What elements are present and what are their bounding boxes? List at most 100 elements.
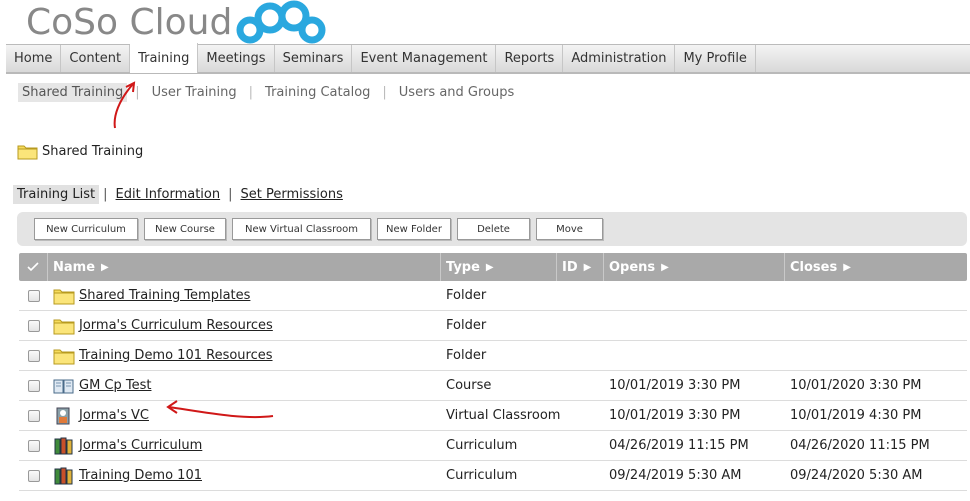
delete-button[interactable]: Delete (457, 218, 530, 240)
row-checkbox[interactable] (27, 319, 40, 332)
nav-home[interactable]: Home (6, 45, 62, 72)
folder-icon (53, 349, 75, 364)
new-folder-button[interactable]: New Folder (377, 218, 451, 240)
closes-cell (785, 311, 967, 340)
name-cell: Jorma's Curriculum Resources (48, 311, 441, 340)
closes-cell: 10/01/2020 3:30 PM (790, 378, 922, 393)
new-course-button[interactable]: New Course (144, 218, 226, 240)
tab-set-permissions[interactable]: Set Permissions (237, 185, 347, 204)
column-header-id[interactable]: ID ▶ (557, 253, 604, 281)
name-cell: Jorma's Curriculum (48, 431, 441, 460)
table-row: Jorma's Curriculum Curriculum 04/26/2019 1… (19, 431, 967, 461)
move-button[interactable]: Move (536, 218, 603, 240)
opens-cell: 10/01/2019 3:30 PM (609, 378, 741, 393)
column-header-closes[interactable]: Closes ▶ (785, 253, 967, 281)
table-row: Shared Training Templates Folder (19, 281, 967, 311)
book-icon (53, 377, 75, 395)
checkmark-icon (27, 262, 39, 272)
closes-cell: 04/26/2020 11:15 PM (790, 438, 930, 453)
nav-reports[interactable]: Reports (496, 45, 564, 72)
type-cell: Course (446, 378, 492, 393)
id-cell (557, 311, 604, 340)
item-name-link[interactable]: GM Cp Test (79, 378, 151, 393)
brand-logo: CoSo Cloud (26, 0, 346, 46)
curriculum-icon (53, 437, 75, 455)
select-all-checkbox[interactable] (19, 253, 48, 281)
folder-icon (53, 347, 75, 365)
closes-cell: 10/01/2019 4:30 PM (790, 408, 922, 423)
tab-training-list[interactable]: Training List (13, 185, 100, 204)
row-checkbox[interactable] (27, 439, 40, 452)
folder-icon (17, 145, 38, 160)
tab-edit-information[interactable]: Edit Information (112, 185, 225, 204)
id-cell (557, 341, 604, 370)
item-name-link[interactable]: Jorma's Curriculum (79, 438, 202, 453)
item-name-link[interactable]: Training Demo 101 (79, 468, 202, 483)
subnav-training-catalog[interactable]: Training Catalog (261, 83, 374, 102)
row-checkbox[interactable] (27, 289, 40, 302)
new-curriculum-button[interactable]: New Curriculum (34, 218, 138, 240)
current-folder-label: Shared Training (42, 144, 144, 159)
item-name-link[interactable]: Shared Training Templates (79, 288, 250, 303)
book-icon (53, 379, 74, 393)
item-name-link[interactable]: Training Demo 101 Resources (79, 348, 273, 363)
nav-content[interactable]: Content (61, 45, 131, 72)
classroom-icon (53, 407, 75, 425)
nav-event-management[interactable]: Event Management (352, 45, 497, 72)
nav-training[interactable]: Training (130, 43, 199, 73)
column-header-label: ID (562, 259, 578, 275)
type-cell: Folder (446, 288, 487, 303)
subnav-separator: | (382, 85, 387, 100)
training-subnav: Shared Training | User Training | Training C… (18, 83, 518, 102)
curriculum-icon (53, 467, 75, 485)
row-checkbox-cell (19, 311, 48, 340)
subnav-separator: | (135, 85, 140, 100)
opens-cell (604, 311, 785, 340)
row-checkbox[interactable] (27, 469, 40, 482)
row-checkbox-cell (19, 461, 48, 490)
folder-icon (53, 287, 75, 305)
subnav-users-and-groups[interactable]: Users and Groups (395, 83, 518, 102)
nav-seminars[interactable]: Seminars (275, 45, 353, 72)
table-header: Name ▶ Type ▶ ID ▶ Opens ▶ Closes ▶ (19, 253, 967, 281)
curriculum-icon (54, 467, 73, 484)
tab-separator: | (228, 187, 233, 202)
name-cell: Jorma's VC (48, 401, 441, 430)
folder-tabs: Training List | Edit Information | Set P… (13, 185, 347, 204)
name-cell: Shared Training Templates (48, 281, 441, 310)
subnav-user-training[interactable]: User Training (148, 83, 241, 102)
table-body: Shared Training Templates Folder Jorma's C… (19, 281, 967, 491)
column-header-name[interactable]: Name ▶ (48, 253, 441, 281)
nav-administration[interactable]: Administration (563, 45, 676, 72)
opens-cell: 04/26/2019 11:15 PM (609, 438, 749, 453)
new-virtual-classroom-button[interactable]: New Virtual Classroom (232, 218, 371, 240)
row-checkbox[interactable] (27, 379, 40, 392)
opens-cell: 09/24/2019 5:30 AM (609, 468, 742, 483)
folder-icon (53, 319, 75, 334)
type-cell: Curriculum (446, 438, 518, 453)
row-checkbox-cell (19, 371, 48, 400)
row-checkbox[interactable] (27, 409, 40, 422)
id-cell (557, 461, 604, 490)
column-header-label: Type (446, 259, 480, 275)
subnav-shared-training[interactable]: Shared Training (18, 83, 128, 102)
folder-icon (53, 317, 75, 335)
type-cell: Curriculum (446, 468, 518, 483)
column-header-type[interactable]: Type ▶ (441, 253, 557, 281)
nav-meetings[interactable]: Meetings (198, 45, 275, 72)
table-row: Training Demo 101 Resources Folder (19, 341, 967, 371)
id-cell (557, 281, 604, 310)
item-name-link[interactable]: Jorma's Curriculum Resources (79, 318, 273, 333)
nav-my-profile[interactable]: My Profile (675, 45, 756, 72)
current-folder-heading: Shared Training (17, 143, 143, 160)
opens-cell (604, 281, 785, 310)
closes-cell: 09/24/2020 5:30 AM (790, 468, 923, 483)
logo-cloud-icon (236, 0, 326, 44)
type-cell: Virtual Classroom (446, 408, 561, 423)
row-checkbox[interactable] (27, 349, 40, 362)
table-row: Jorma's VC Virtual Classroom 10/01/2019 3:… (19, 401, 967, 431)
column-header-opens[interactable]: Opens ▶ (604, 253, 785, 281)
column-header-label: Name (53, 259, 96, 275)
sort-arrow-icon: ▶ (583, 261, 592, 273)
item-name-link[interactable]: Jorma's VC (79, 408, 149, 423)
